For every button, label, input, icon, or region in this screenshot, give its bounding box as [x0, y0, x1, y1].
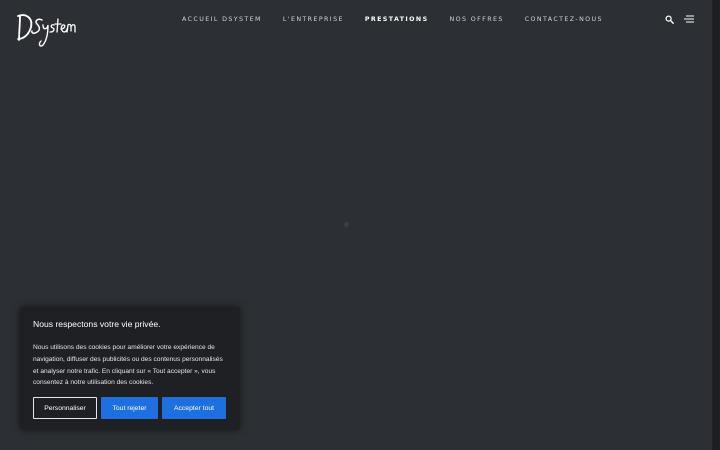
accept-all-button[interactable]: Accepter tout — [162, 397, 226, 419]
main-navigation: ACCUEIL DSYSTEM L'ENTREPRISE PRESTATIONS… — [182, 15, 603, 25]
nav-item-nos-offres[interactable]: NOS OFFRES — [450, 15, 504, 25]
site-header: ACCUEIL DSYSTEM L'ENTREPRISE PRESTATIONS… — [0, 0, 712, 48]
cookie-consent-banner: Nous respectons votre vie privée. Nous u… — [20, 307, 240, 430]
nav-item-entreprise[interactable]: L'ENTREPRISE — [283, 15, 344, 25]
logo-script — [17, 14, 76, 47]
header-icons — [664, 14, 694, 24]
cookie-banner-text: Nous utilisons des cookies pour améliore… — [33, 344, 223, 387]
loading-spinner — [344, 222, 349, 227]
nav-item-accueil-dsystem[interactable]: ACCUEIL DSYSTEM — [182, 15, 262, 25]
customize-button[interactable]: Personnaliser — [33, 397, 97, 419]
nav-item-contactez-nous[interactable]: CONTACTEZ-NOUS — [525, 15, 603, 25]
reject-all-button[interactable]: Tout rejeter — [101, 397, 158, 419]
cookie-banner-title: Nous respectons votre vie privée. — [33, 319, 161, 329]
hamburger-menu-icon[interactable] — [684, 14, 694, 24]
scrollbar-thumb[interactable] — [713, 0, 719, 450]
page: ACCUEIL DSYSTEM L'ENTREPRISE PRESTATIONS… — [0, 0, 720, 450]
search-icon[interactable] — [664, 14, 674, 24]
cookie-banner-buttons: Personnaliser Tout rejeter Accepter tout — [33, 397, 226, 419]
scrollbar[interactable] — [712, 0, 720, 450]
nav-item-prestations[interactable]: PRESTATIONS — [365, 15, 429, 25]
dsystem-logo[interactable] — [16, 8, 78, 52]
